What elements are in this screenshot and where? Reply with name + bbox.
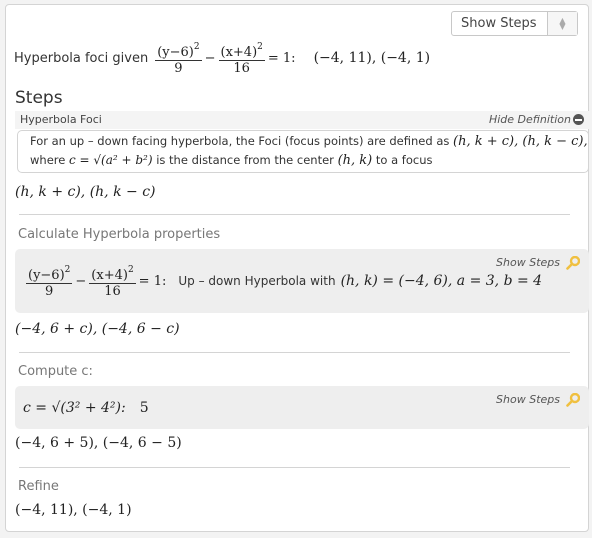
fraction-numerator: (y−6) [28,268,65,283]
show-steps-dropdown[interactable]: Show Steps ▲ ▼ [451,11,578,36]
equals-one: = 1: [267,50,296,66]
minus-sign: − [204,50,216,66]
fraction-denominator: 16 [233,61,250,76]
definition-box: For an up – down facing hyperbola, the F… [17,130,589,173]
fraction-numerator: (x+4) [220,45,258,60]
foci-general-formula: (h, k + c), (h, k − c) [15,184,156,200]
definition-text: is the distance from the center [156,153,334,167]
definition-line-2: where c = √(a² + b²) is the distance fro… [30,153,432,168]
c-formula: c = √(3² + 4²): [23,400,126,416]
chevron-up-down-icon: ▲ ▼ [547,12,577,35]
fraction-numerator: (y−6) [157,45,194,60]
section-result: (−4, 6 + 5), (−4, 6 − 5) [15,435,182,451]
step-box-compute-c: Show Steps c = √(3² + 4²): 5 [15,386,589,429]
divider [19,214,570,215]
step-box-hyperbola-properties: Show Steps (y−6)2 9 − (x+4)2 16 = 1: Up – … [15,249,589,313]
key-icon[interactable] [566,393,580,407]
definition-foci-formula: (h, k + c), (h, k − c), [453,134,588,149]
definition-text: For an up – down facing hyperbola, the F… [30,134,450,148]
hyperbola-parameters: (h, k) = (−4, 6), a = 3, b = 4 [340,273,543,289]
problem-result: (−4, 11), (−4, 1) [313,50,431,66]
hyperbola-properties-row: (y−6)2 9 − (x+4)2 16 = 1: Up – down Hyperb… [26,265,543,299]
minus-circle-icon[interactable] [573,114,584,125]
definition-text: to a focus [375,153,433,167]
definition-c-formula: c = √(a² + b²) [68,153,153,167]
problem-statement: Hyperbola foci given (y−6)2 9 − (x+4)2 16 … [14,40,430,76]
minus-sign: − [75,273,87,289]
equals-one: = 1: [138,273,167,289]
definition-where: where [30,153,66,167]
divider [19,467,570,468]
fraction-numerator: (x+4) [91,268,128,283]
section-title: Calculate Hyperbola properties [18,227,221,242]
section-title: Refine [18,479,59,494]
compute-c-row: c = √(3² + 4²): 5 [23,400,149,416]
dropdown-selected-label: Show Steps [461,16,537,31]
key-icon[interactable] [566,256,580,270]
definition-header: Hyperbola Foci Hide Definition [15,111,590,129]
definition-title: Hyperbola Foci [20,113,102,126]
c-value: 5 [139,400,149,416]
hide-definition-link[interactable]: Hide Definition [489,113,571,126]
section-result: (−4, 6 + c), (−4, 6 − c) [15,321,180,337]
problem-equation: (y−6)2 9 − (x+4)2 16 = 1: [155,42,296,76]
fraction-denominator: 9 [45,284,54,299]
steps-heading: Steps [15,88,63,108]
problem-prefix: Hyperbola foci given [14,50,149,66]
final-result: (−4, 11), (−4, 1) [15,502,132,518]
show-steps-link[interactable]: Show Steps [496,393,560,406]
divider [19,352,570,353]
section-title: Compute c: [18,364,93,379]
fraction-denominator: 16 [104,284,121,299]
hyperbola-description: Up – down Hyperbola with [178,274,336,288]
definition-line-1: For an up – down facing hyperbola, the F… [30,134,588,149]
fraction-denominator: 9 [174,61,183,76]
definition-center: (h, k) [337,153,373,168]
